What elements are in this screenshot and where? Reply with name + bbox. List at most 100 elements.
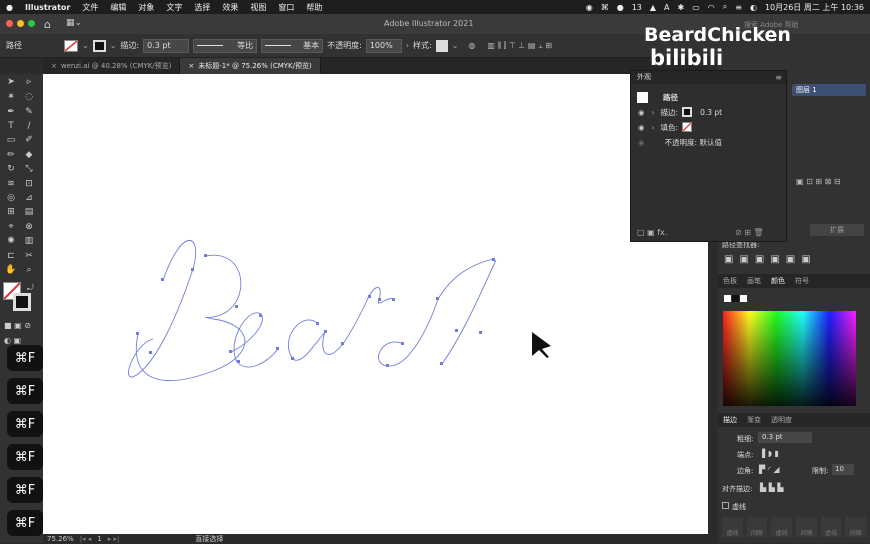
zoom-level[interactable]: 75.26% [47, 535, 74, 543]
artboard-nav-icons[interactable]: ▸ ▸| [108, 535, 120, 543]
apple-icon[interactable]: ● [0, 3, 19, 12]
zoom-tool-icon[interactable]: ⌕ [23, 265, 35, 276]
tab-gradient[interactable]: 渐变 [742, 415, 766, 425]
stroke-swatch[interactable] [92, 39, 106, 52]
free-transform-icon[interactable]: ⊡ [23, 179, 35, 190]
rectangle-tool-icon[interactable]: ▭ [5, 135, 17, 146]
brush-definition[interactable]: 基本 [261, 38, 324, 53]
swap-colors-icon[interactable]: ⤾ [27, 283, 34, 293]
graphic-style-swatch[interactable] [435, 39, 448, 52]
tab-symbols[interactable]: 符号 [790, 276, 814, 286]
wifi-icon[interactable]: ◠ [708, 3, 715, 12]
record-icon[interactable]: ◉ [586, 3, 593, 12]
corner-icons[interactable]: ▛ ◜ ◢ [759, 465, 780, 474]
tab-color[interactable]: 颜色 [766, 276, 790, 286]
stroke-color-chip[interactable] [682, 107, 693, 117]
slice-tool-icon[interactable]: ✂ [23, 251, 35, 262]
beard-script-path[interactable] [128, 240, 497, 381]
minimize-window-button[interactable] [17, 20, 24, 27]
menu-app[interactable]: Illustrator [19, 3, 76, 12]
command-icon[interactable]: ⌘ [601, 3, 609, 12]
control-center-icon[interactable]: ≡ [735, 3, 742, 12]
mesh-tool-icon[interactable]: ⊞ [5, 207, 17, 218]
expand-button[interactable]: 扩展 [810, 224, 864, 236]
recolor-icon[interactable]: ◍ [468, 41, 475, 50]
menu-file[interactable]: 文件 [76, 2, 104, 13]
type-tool-icon[interactable]: T [5, 121, 17, 132]
anchor-points[interactable] [136, 254, 495, 367]
opacity-row[interactable]: ◉ 不透明度: 默认值 [631, 135, 786, 149]
chevron-down-icon[interactable]: ⌄ [82, 41, 89, 50]
weight-input[interactable]: 0.3 pt [758, 432, 812, 443]
workspace-switcher-icon[interactable]: ▦⌄ [66, 18, 82, 28]
visibility-eye-icon[interactable]: ◉ [638, 138, 645, 147]
chevron-down-icon[interactable]: ⌄ [452, 41, 459, 50]
scale-tool-icon[interactable]: ⤡ [23, 164, 35, 175]
artwork[interactable] [43, 74, 708, 534]
dashed-checkbox[interactable] [722, 502, 729, 509]
artboard-number[interactable]: 1 [97, 535, 101, 543]
blend-tool-icon[interactable]: ⊗ [23, 222, 35, 233]
variable-width-profile[interactable]: 等比 [193, 38, 258, 53]
none-swatch[interactable] [724, 295, 731, 302]
siri-icon[interactable]: ◐ [750, 3, 757, 12]
artboard-canvas[interactable] [43, 74, 708, 534]
tab-transparency[interactable]: 透明度 [766, 415, 797, 425]
app-icon[interactable]: ▲ [650, 3, 656, 12]
fill-none-chip[interactable] [682, 122, 693, 132]
selection-tool-icon[interactable]: ➤ [5, 77, 17, 88]
tab-swatches[interactable]: 色板 [718, 276, 742, 286]
draw-mode-icons[interactable]: ◐ ▣ [4, 336, 21, 345]
shaper-tool-icon[interactable]: ✏ [5, 150, 17, 161]
rotate-tool-icon[interactable]: ↻ [5, 164, 17, 175]
stroke-weight-input[interactable]: 0.3 pt [143, 38, 190, 53]
curvature-tool-icon[interactable]: ✎ [23, 107, 35, 118]
limit-input[interactable]: 10 [832, 464, 854, 475]
menu-object[interactable]: 对象 [132, 2, 160, 13]
visibility-eye-icon[interactable]: ◉ [638, 108, 645, 117]
close-icon[interactable]: × [51, 62, 57, 70]
shape-builder-icon[interactable]: ◎ [5, 193, 17, 204]
visibility-eye-icon[interactable]: ◉ [638, 123, 645, 132]
bluetooth-icon[interactable]: ✱ [678, 3, 685, 12]
pathfinder-icons[interactable]: ▣▣▣▣▣▣ [724, 254, 817, 265]
add-new-stroke-icon[interactable]: ▢ ▣ fx. [637, 228, 667, 237]
stroke-row[interactable]: ◉ › 描边: 0.3 pt [631, 105, 786, 119]
layer-row[interactable]: 图层 1 [792, 84, 866, 96]
lasso-icon[interactable]: ◌ [23, 92, 35, 103]
qq-icon[interactable]: ● [617, 3, 624, 12]
tab-brushes[interactable]: 画笔 [742, 276, 766, 286]
gap-field[interactable]: 间隙 [845, 517, 867, 537]
opacity-input[interactable]: 100% [365, 38, 402, 53]
dash-field[interactable]: 虚线 [722, 517, 743, 537]
home-icon[interactable]: ⌂ [44, 18, 51, 31]
menu-select[interactable]: 选择 [188, 2, 216, 13]
hand-tool-icon[interactable]: ✋ [5, 265, 17, 276]
chevron-down-icon[interactable]: ⌄ [110, 41, 117, 50]
line-tool-icon[interactable]: / [23, 121, 35, 132]
appearance-panel-header[interactable]: 外观 [631, 71, 786, 84]
align-stroke-icons[interactable]: ▙ ▙ ▙ [760, 483, 784, 492]
artboard-nav-icons[interactable]: |◂ ◂ [80, 535, 92, 543]
dash-field[interactable]: 虚线 [771, 517, 793, 537]
gap-field[interactable]: 间隙 [746, 517, 768, 537]
stroke-color-swatch[interactable] [13, 293, 31, 311]
column-graph-icon[interactable]: ▥ [23, 236, 35, 247]
white-swatch[interactable] [740, 295, 747, 302]
eyedropper-icon[interactable]: ⌖ [5, 222, 17, 233]
fill-swatch[interactable] [64, 39, 78, 52]
symbol-sprayer-icon[interactable]: ✺ [5, 236, 17, 247]
paintbrush-icon[interactable]: ✐ [23, 135, 35, 146]
align-icons[interactable]: ▥ ⫼ ⫿ ⊤ ⊥ ▤ ⫠ ⊞ [487, 41, 552, 51]
chevron-right-icon[interactable]: › [406, 41, 409, 50]
chevron-right-icon[interactable]: › [652, 108, 655, 117]
menu-edit[interactable]: 编辑 [104, 2, 132, 13]
zoom-window-button[interactable] [28, 20, 35, 27]
text-icon[interactable]: A [664, 3, 669, 12]
menu-view[interactable]: 视图 [244, 2, 272, 13]
menu-window[interactable]: 窗口 [272, 2, 300, 13]
menu-effect[interactable]: 效果 [216, 2, 244, 13]
menu-help[interactable]: 帮助 [300, 2, 328, 13]
gap-field[interactable]: 间隙 [796, 517, 817, 537]
menu-type[interactable]: 文字 [160, 2, 188, 13]
